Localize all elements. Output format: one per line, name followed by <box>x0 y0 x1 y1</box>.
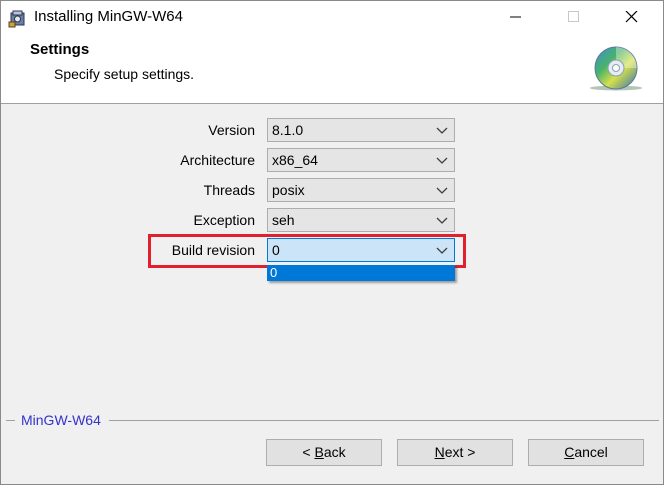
architecture-select[interactable]: x86_64 <box>267 148 455 172</box>
close-button[interactable] <box>603 1 661 33</box>
brand-label: MinGW-W64 <box>21 412 101 428</box>
cancel-button[interactable]: Cancel <box>528 439 644 466</box>
back-button-accel: B <box>314 444 324 460</box>
chevron-down-icon <box>436 157 448 164</box>
next-button-accel: N <box>434 444 445 460</box>
cancel-button-accel: C <box>564 444 575 460</box>
architecture-label: Architecture <box>180 152 255 168</box>
chevron-down-icon <box>436 217 448 224</box>
version-select[interactable]: 8.1.0 <box>267 118 455 142</box>
installer-window: Installing MinGW-W64 Settings Specify se… <box>0 0 664 485</box>
window-title: Installing MinGW-W64 <box>34 8 183 25</box>
minimize-icon <box>510 16 521 18</box>
installer-icon <box>8 8 28 28</box>
close-icon <box>625 11 638 23</box>
dropdown-option[interactable]: 0 <box>270 265 277 281</box>
wizard-header: Settings Specify setup settings. <box>1 33 663 104</box>
back-button[interactable]: < Back <box>266 439 382 466</box>
page-subtitle: Specify setup settings. <box>54 66 195 82</box>
chevron-down-icon <box>436 127 448 134</box>
back-button-label: ack <box>323 444 346 460</box>
maximize-button[interactable] <box>545 1 603 33</box>
chevron-down-icon <box>436 187 448 194</box>
exception-value: seh <box>272 212 295 228</box>
next-button[interactable]: Next > <box>397 439 513 466</box>
divider <box>6 420 15 421</box>
version-label: Version <box>208 122 255 138</box>
threads-label: Threads <box>203 182 255 198</box>
divider <box>109 420 659 421</box>
version-value: 8.1.0 <box>272 122 304 138</box>
threads-select[interactable]: posix <box>267 178 455 202</box>
exception-label: Exception <box>193 212 255 228</box>
back-button-prefix: < <box>302 444 315 460</box>
page-title: Settings <box>30 41 90 58</box>
threads-value: posix <box>272 182 305 198</box>
build-revision-dropdown-list: 0 <box>267 265 455 281</box>
exception-select[interactable]: seh <box>267 208 455 232</box>
next-button-label: ext > <box>444 444 476 460</box>
cd-disc-icon <box>587 45 643 91</box>
title-bar: Installing MinGW-W64 <box>1 1 663 33</box>
cancel-button-label: ancel <box>574 444 608 460</box>
highlight-annotation <box>148 234 466 268</box>
maximize-icon <box>568 11 579 22</box>
minimize-button[interactable] <box>487 1 545 33</box>
architecture-value: x86_64 <box>272 152 318 168</box>
